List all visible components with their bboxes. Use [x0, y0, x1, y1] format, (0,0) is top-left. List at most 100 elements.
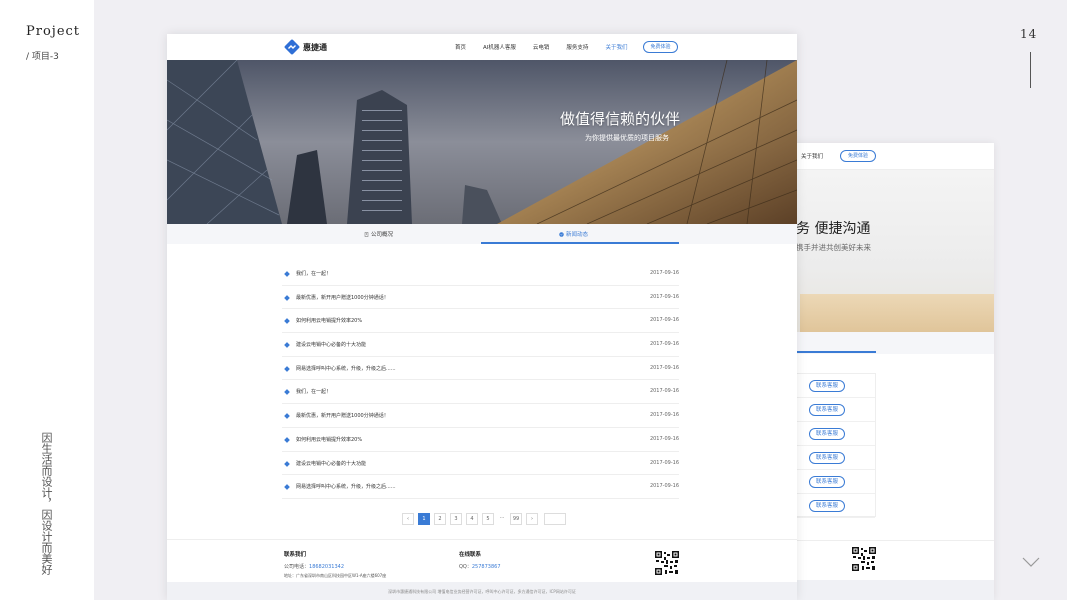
footer: 联系我们 公司电话：18682031342 地址：广东省深圳市南山区科技园中区W…	[167, 539, 797, 582]
list-item[interactable]: 建设云电销中心必备的十大功能 2017-09-16	[282, 333, 679, 357]
news-date: 2017-09-16	[649, 341, 679, 348]
table-row: 联系客服	[797, 422, 875, 446]
list-item[interactable]: 我们，在一起！ 2017-09-16	[282, 262, 679, 286]
nav-item-cloud-sales[interactable]: 云电销	[533, 43, 550, 51]
hero-skyline-image	[167, 60, 797, 224]
logo[interactable]: 惠捷通	[284, 39, 327, 55]
free-trial-button[interactable]: 免费体验	[643, 41, 678, 53]
news-title[interactable]: 网易选择呼叫中心系统，升级，升级之后......	[296, 365, 396, 372]
phone-label: 公司电话：	[284, 564, 310, 570]
page-divider	[1030, 52, 1031, 88]
logo-text: 惠捷通	[303, 42, 327, 52]
bullet-icon	[284, 271, 290, 277]
news-title[interactable]: 如何利用云电销提升效率20%	[296, 317, 362, 324]
hero-subtitle: 为你提供最优质的项目服务	[585, 134, 669, 142]
bullet-icon	[284, 318, 290, 325]
back-tab-underline	[796, 351, 876, 353]
nav-menu: 首页 AI机器人客服 云电销 服务支持 关于我们	[455, 43, 644, 51]
page-button-2[interactable]: 2	[434, 513, 446, 525]
page-button-5[interactable]: 5	[482, 513, 494, 525]
qq-value[interactable]: 257873867	[472, 564, 501, 570]
footer-online: 在线联系 QQ：257873867	[459, 550, 501, 573]
nav-item-ai-service[interactable]: AI机器人客服	[483, 43, 516, 51]
news-title[interactable]: 最新优惠，新开用户赠送1000分钟通话！	[296, 412, 389, 419]
back-hero-desk	[800, 294, 994, 332]
logo-icon	[284, 39, 300, 55]
news-date: 2017-09-16	[649, 317, 679, 324]
pagination-ellipsis: ···	[498, 513, 506, 525]
bullet-icon	[284, 436, 290, 443]
news-title[interactable]: 网易选择呼叫中心系统，升级，升级之后......	[296, 483, 396, 490]
hero-title: 做值得信赖的伙伴	[560, 110, 681, 128]
left-panel: Project / 项目-3 因生活而设计，因设计而美好	[0, 0, 94, 600]
nav-item-support[interactable]: 服务支持	[566, 43, 588, 51]
chevron-down-icon[interactable]	[1022, 556, 1040, 568]
contact-service-button[interactable]: 联系客服	[809, 452, 845, 464]
list-item[interactable]: 网易选择呼叫中心系统，升级，升级之后...... 2017-09-16	[282, 357, 679, 381]
tab-news[interactable]: 新闻动态	[559, 230, 588, 238]
news-title[interactable]: 建设云电销中心必备的十大功能	[296, 341, 366, 348]
copyright-bar: 深圳市惠捷通科技有限公司 增值电信业务经营许可证，呼叫中心许可证，多方通信许可证…	[167, 582, 797, 600]
contact-service-button[interactable]: 联系客服	[809, 380, 845, 392]
bullet-icon	[284, 365, 290, 372]
nav-item-home[interactable]: 首页	[455, 43, 466, 51]
back-trial-button[interactable]: 免费体验	[840, 150, 876, 162]
table-row: 联系客服	[797, 470, 875, 494]
tab-label: 公司概况	[371, 232, 394, 238]
news-title[interactable]: 如何利用云电销提升效率20%	[296, 436, 362, 443]
news-date: 2017-09-16	[649, 459, 679, 466]
footer-contact: 联系我们 公司电话：18682031342 地址：广东省深圳市南山区科技园中区W…	[284, 550, 386, 582]
table-row: 联系客服	[797, 494, 875, 518]
contact-service-button[interactable]: 联系客服	[809, 500, 845, 512]
list-item[interactable]: 最新优惠，新开用户赠送1000分钟通话！ 2017-09-16	[282, 286, 679, 310]
tab-company-overview[interactable]: 公司概况	[364, 230, 393, 238]
news-date: 2017-09-16	[649, 270, 679, 276]
bullet-icon	[284, 413, 290, 419]
hero-banner: 做值得信赖的伙伴 为你提供最优质的项目服务	[167, 60, 797, 224]
address-value: 广东省深圳市南山区科技园中区W1-A座六楼607座	[296, 573, 387, 578]
page-button-last[interactable]: 99	[510, 513, 522, 525]
page-button-4[interactable]: 4	[466, 513, 478, 525]
main-mockup: 惠捷通 首页 AI机器人客服 云电销 服务支持 关于我们 免费体验 做值得信赖的…	[167, 34, 797, 600]
bullet-icon	[284, 484, 290, 491]
active-tab-underline	[481, 242, 679, 244]
page-jump-input[interactable]	[544, 513, 566, 525]
project-subtitle: / 项目-3	[26, 52, 59, 62]
news-date: 2017-09-16	[649, 435, 679, 442]
news-title[interactable]: 最新优惠，新开用户赠送1000分钟通话！	[296, 294, 389, 301]
next-page-button[interactable]: ›	[526, 513, 538, 525]
phone-value[interactable]: 18682031342	[309, 564, 344, 570]
prev-page-button[interactable]: ‹	[402, 513, 414, 525]
news-date: 2017-09-16	[649, 364, 679, 371]
back-nav-about[interactable]: 关于我们	[801, 152, 823, 160]
list-item[interactable]: 最新优惠，新开用户赠送1000分钟通话！ 2017-09-16	[282, 404, 679, 428]
footer-address: 地址：广东省深圳市南山区科技园中区W1-A座六楼607座	[284, 573, 386, 579]
list-item[interactable]: 我们，在一起！ 2017-09-16	[282, 380, 679, 405]
news-title[interactable]: 我们，在一起！	[296, 388, 331, 395]
contact-service-button[interactable]: 联系客服	[809, 476, 845, 488]
contact-service-button[interactable]: 联系客服	[809, 404, 845, 416]
tab-bar: 公司概况 新闻动态	[167, 224, 797, 244]
news-list: 我们，在一起！ 2017-09-16 最新优惠，新开用户赠送1000分钟通话！ 20…	[282, 262, 679, 499]
list-item[interactable]: 如何利用云电销提升效率20% 2017-09-16	[282, 309, 679, 334]
page-button-3[interactable]: 3	[450, 513, 462, 525]
footer-contact-heading: 联系我们	[284, 552, 307, 558]
top-nav: 惠捷通 首页 AI机器人客服 云电销 服务支持 关于我们 免费体验	[167, 34, 797, 60]
page-button-1[interactable]: 1	[418, 513, 430, 525]
back-hero-title: 务 便捷沟通	[796, 221, 871, 237]
news-title[interactable]: 建设云电销中心必备的十大功能	[296, 460, 366, 467]
back-contact-table: 联系客服 联系客服 联系客服 联系客服 联系客服 联系客服	[796, 373, 876, 518]
qr-code-icon	[852, 547, 876, 571]
footer-online-heading: 在线联系	[459, 552, 482, 558]
contact-service-button[interactable]: 联系客服	[809, 428, 845, 440]
address-label: 地址：	[284, 573, 296, 578]
project-title: Project	[26, 24, 81, 39]
list-item[interactable]: 如何利用云电销提升效率20% 2017-09-16	[282, 428, 679, 452]
bullet-icon	[284, 294, 290, 301]
list-item[interactable]: 网易选择呼叫中心系统，升级，升级之后...... 2017-09-16	[282, 475, 679, 499]
bullet-icon	[284, 342, 290, 348]
list-item[interactable]: 建设云电销中心必备的十大功能 2017-09-16	[282, 452, 679, 476]
news-title[interactable]: 我们，在一起！	[296, 270, 331, 277]
nav-item-about[interactable]: 关于我们	[605, 43, 627, 51]
bullet-icon	[284, 460, 290, 467]
